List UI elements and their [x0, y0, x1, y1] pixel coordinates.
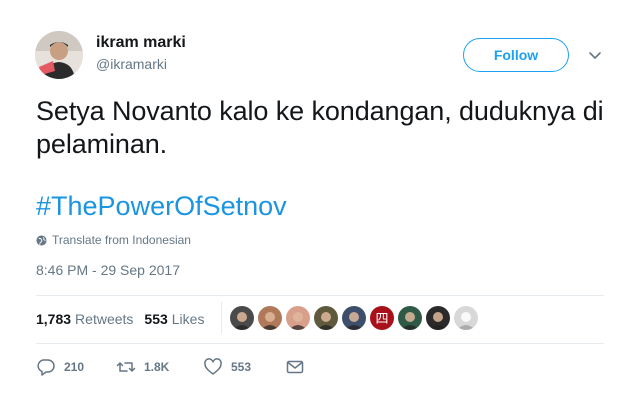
likes-count: 553 [144, 311, 168, 327]
direct-message-button[interactable] [285, 357, 305, 377]
display-name[interactable]: ikram marki [96, 34, 186, 52]
liker-avatar[interactable] [342, 306, 366, 330]
liker-avatar[interactable] [398, 306, 422, 330]
liker-avatar[interactable] [258, 306, 282, 330]
likes-stat[interactable]: 553 Likes [144, 311, 204, 327]
tweet-actions: 210 1.8K 553 [36, 357, 305, 377]
liker-avatar[interactable] [286, 306, 310, 330]
user-handle[interactable]: @ikramarki [96, 56, 167, 72]
retweet-button[interactable]: 1.8K [116, 357, 203, 377]
heart-icon [204, 358, 222, 375]
translate-link[interactable]: Translate from Indonesian [36, 233, 191, 247]
retweet-count: 1.8K [144, 360, 170, 374]
reply-icon [37, 359, 55, 376]
tweet-timestamp[interactable]: 8:46 PM - 29 Sep 2017 [36, 262, 180, 278]
liker-avatar[interactable] [314, 306, 338, 330]
reply-count: 210 [64, 360, 85, 374]
retweets-count: 1,783 [36, 311, 72, 327]
divider [36, 295, 604, 296]
translate-label: Translate from Indonesian [52, 233, 191, 247]
globe-icon [36, 234, 47, 246]
liker-avatar[interactable] [426, 306, 450, 330]
likes-label: Likes [171, 311, 205, 327]
reply-button[interactable]: 210 [36, 357, 116, 377]
like-button[interactable]: 553 [203, 357, 285, 377]
liker-avatar[interactable] [454, 306, 478, 330]
liker-avatar[interactable] [230, 306, 254, 330]
engagement-stats: 1,783 Retweets 553 Likes [36, 311, 204, 327]
follow-button[interactable]: Follow [463, 38, 569, 72]
hashtag-link[interactable]: #ThePowerOfSetnov [36, 191, 287, 222]
divider [36, 343, 604, 344]
envelope-icon [286, 360, 304, 374]
stats-separator [221, 302, 222, 334]
retweets-label: Retweets [75, 311, 134, 327]
liker-glyph: 四 [375, 312, 388, 327]
retweet-icon [116, 362, 136, 372]
retweets-stat[interactable]: 1,783 Retweets [36, 311, 133, 327]
liker-avatars: 四 [230, 306, 478, 330]
tweet-text: Setya Novanto kalo ke kondangan, dudukny… [36, 96, 604, 159]
like-count: 553 [231, 360, 252, 374]
user-avatar[interactable] [35, 31, 83, 79]
liker-avatar[interactable]: 四 [370, 306, 394, 330]
chevron-down-icon[interactable] [586, 46, 604, 64]
